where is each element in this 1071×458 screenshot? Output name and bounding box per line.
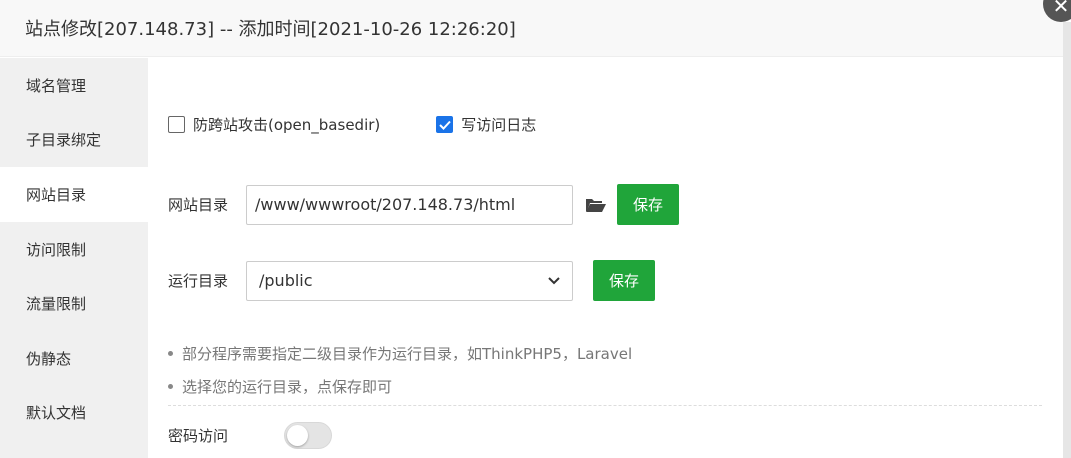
site-dir-label: 网站目录 (168, 196, 229, 214)
dialog-titlebar: 站点修改[207.148.73] -- 添加时间[2021-10-26 12:2… (0, 0, 1063, 57)
password-access-toggle[interactable] (284, 422, 332, 449)
access-log-checkbox[interactable] (436, 116, 454, 133)
run-dir-row: 运行目录 /public 保存 (168, 260, 655, 301)
tip-text: 选择您的运行目录，点保存即可 (182, 378, 393, 396)
password-access-label: 密码访问 (168, 427, 229, 445)
sidebar-item-label: 子目录绑定 (26, 131, 102, 150)
run-dir-save-button[interactable]: 保存 (593, 260, 655, 301)
sidebar-item-access-limit[interactable]: 访问限制 (0, 222, 148, 277)
anti-xss-checkbox[interactable] (168, 116, 185, 133)
checkmark-icon (439, 120, 451, 130)
tip-item: 部分程序需要指定二级目录作为运行目录，如ThinkPHP5，Laravel (168, 343, 632, 364)
tip-item: 选择您的运行目录，点保存即可 (168, 376, 392, 397)
sidebar-item-default-doc[interactable]: 默认文档 (0, 386, 148, 441)
sidebar-item-label: 域名管理 (26, 76, 87, 95)
scrollbar[interactable] (1063, 22, 1071, 458)
run-dir-label: 运行目录 (168, 272, 229, 290)
access-log-label: 写访问日志 (461, 116, 537, 134)
sidebar-item-label: 网站目录 (26, 185, 87, 204)
run-dir-selected-value: /public (259, 271, 313, 290)
sidebar-item-label: 访问限制 (26, 240, 87, 259)
close-icon: ✕ (1052, 0, 1070, 18)
dialog-title: 站点修改[207.148.73] -- 添加时间[2021-10-26 12:2… (25, 19, 516, 40)
site-dir-row: 网站目录 /www/wwwroot/207.148.73/html 保存 (168, 184, 679, 225)
sidebar-item-rewrite[interactable]: 伪静态 (0, 331, 148, 386)
sidebar-item-label: 默认文档 (26, 404, 87, 423)
sidebar-item-label: 伪静态 (26, 349, 72, 368)
sidebar-item-subdir-binding[interactable]: 子目录绑定 (0, 113, 148, 168)
toggle-knob (287, 425, 308, 446)
main-content: 防跨站攻击(open_basedir) 写访问日志 网站目录 /www/wwwr… (148, 58, 1063, 458)
site-dir-input[interactable]: /www/wwwroot/207.148.73/html (246, 184, 573, 225)
anti-xss-label: 防跨站攻击(open_basedir) (193, 116, 381, 134)
site-dir-save-button[interactable]: 保存 (617, 184, 679, 225)
run-dir-select[interactable]: /public (246, 260, 573, 301)
bullet-icon (168, 384, 173, 389)
bullet-icon (168, 351, 173, 356)
chevron-down-icon (548, 276, 560, 284)
tip-text: 部分程序需要指定二级目录作为运行目录，如ThinkPHP5，Laravel (182, 345, 633, 363)
folder-open-icon[interactable] (585, 196, 607, 214)
site-edit-dialog: 站点修改[207.148.73] -- 添加时间[2021-10-26 12:2… (0, 0, 1063, 458)
options-row: 防跨站攻击(open_basedir) 写访问日志 (168, 114, 536, 135)
password-access-row: 密码访问 (168, 422, 332, 449)
divider (168, 405, 1042, 406)
sidebar-item-label: 流量限制 (26, 295, 87, 314)
sidebar-item-site-directory[interactable]: 网站目录 (0, 167, 148, 222)
sidebar-item-domain[interactable]: 域名管理 (0, 58, 148, 113)
sidebar-item-traffic-limit[interactable]: 流量限制 (0, 276, 148, 331)
sidebar: 域名管理 子目录绑定 网站目录 访问限制 流量限制 伪静态 默认文档 (0, 58, 148, 458)
